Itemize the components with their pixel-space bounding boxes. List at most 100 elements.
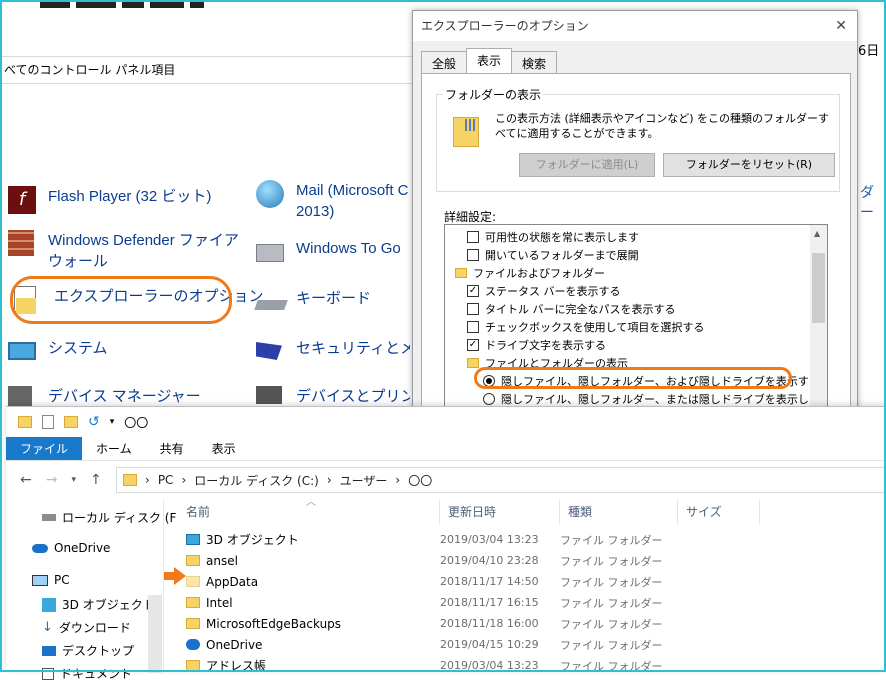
new-folder-icon[interactable] [64, 416, 78, 428]
setting-checkbox-row[interactable]: ✓ ステータス バーを表示する [467, 282, 621, 300]
breadcrumb-users[interactable]: ユーザー [340, 472, 388, 489]
checkbox-icon[interactable] [467, 321, 479, 333]
cp-item-windows-to-go[interactable]: Windows To Go [256, 238, 401, 268]
breadcrumb-separator-icon[interactable]: › [327, 473, 332, 487]
nav-item-pc[interactable]: PC [32, 573, 70, 587]
cp-right-link-text[interactable]: ダー [860, 182, 886, 222]
tab-share[interactable]: 共有 [146, 437, 198, 460]
nav-item-local-disk-f[interactable]: ローカル ディスク (F [42, 509, 176, 526]
cp-item-mail[interactable]: Mail (Microsoft C 2013) [256, 180, 412, 222]
nav-item-desktop[interactable]: デスクトップ [42, 642, 134, 659]
close-icon[interactable]: ✕ [835, 11, 847, 41]
folder-icon[interactable] [18, 416, 32, 428]
advanced-settings-list[interactable]: 可用性の状態を常に表示します 開いているフォルダーまで展開 ファイルおよびフォルダー… [444, 224, 828, 424]
setting-checkbox-row[interactable]: チェックボックスを使用して項目を選択する [467, 318, 704, 336]
cp-item-security-maintenance[interactable]: セキュリティとメンテ [256, 338, 410, 368]
recent-chevron-icon[interactable]: ▾ [71, 475, 76, 485]
tab-view[interactable]: 表示 [198, 437, 250, 460]
setting-label: ステータス バーを表示する [485, 285, 621, 298]
file-row[interactable]: MicrosoftEdgeBackups 2018/11/18 16:00 ファイル… [186, 613, 726, 634]
tab-search[interactable]: 検索 [511, 51, 558, 73]
settings-scroll-thumb[interactable] [812, 253, 825, 323]
breadcrumb-pc[interactable]: PC [158, 473, 174, 487]
nav-item-3d-objects[interactable]: 3D オブジェクト [42, 596, 155, 613]
checkbox-icon[interactable] [467, 303, 479, 315]
checkbox-icon[interactable]: ✓ [467, 339, 479, 351]
breadcrumb-local-disk[interactable]: ローカル ディスク (C:) [194, 472, 319, 489]
file-name: AppData [206, 574, 259, 589]
reset-folders-button[interactable]: フォルダーをリセット(R) [663, 153, 835, 177]
cp-item-label-2: 2013) [296, 203, 335, 220]
setting-label: タイトル バーに完全なパスを表示する [485, 303, 676, 316]
radio-icon[interactable] [483, 393, 495, 405]
settings-scrollbar[interactable]: ▲ [810, 225, 827, 423]
setting-label: 隠しファイル、隠しフォルダー、または隠しドライブを表示しない [501, 393, 828, 406]
cp-item-defender-firewall[interactable]: Windows Defender ファイア ウォール [8, 230, 239, 272]
monitor-icon [8, 338, 38, 368]
file-row[interactable]: AppData 2018/11/17 14:50 ファイル フォルダー [186, 571, 726, 592]
cp-item-keyboard[interactable]: キーボード [254, 288, 371, 318]
cp-item-flash-player[interactable]: f Flash Player (32 ビット) [8, 186, 211, 216]
nav-item-documents[interactable]: ドキュメント [42, 665, 132, 682]
cp-breadcrumb[interactable]: べてのコントロール パネル項目 [0, 56, 412, 84]
folder-view-group: フォルダーの表示 この表示方法 (詳細表示やアイコンなど) をこの種類のフォルダ… [436, 86, 840, 192]
file-row[interactable]: アドレス帳 2019/03/04 13:23 ファイル フォルダー [186, 655, 726, 676]
file-row[interactable]: 3D オブジェクト 2019/03/04 13:23 ファイル フォルダー [186, 529, 726, 550]
setting-checkbox-row[interactable]: ✓ ドライブ文字を表示する [467, 336, 606, 354]
nav-pane-scrollbar[interactable] [148, 595, 162, 673]
file-type: ファイル フォルダー [560, 575, 663, 589]
checkbox-icon[interactable] [467, 231, 479, 243]
address-bar[interactable]: › PC › ローカル ディスク (C:) › ユーザー › 〇〇 [116, 467, 886, 493]
onedrive-icon [32, 543, 48, 553]
file-name-cell: MicrosoftEdgeBackups [186, 617, 440, 631]
tab-file[interactable]: ファイル [6, 437, 83, 460]
file-row[interactable]: ansel 2019/04/10 23:28 ファイル フォルダー [186, 550, 726, 571]
setting-checkbox-row[interactable]: 開いているフォルダーまで展開 [467, 246, 639, 264]
highlight-show-hidden-option [474, 367, 792, 389]
folder-icon [186, 618, 200, 629]
cp-item-label: デバイスとプリンター [296, 388, 410, 405]
nav-item-label: OneDrive [54, 541, 111, 555]
nav-item-onedrive[interactable]: OneDrive [32, 541, 110, 555]
breadcrumb-separator-icon[interactable]: › [395, 473, 400, 487]
file-type: ファイル フォルダー [560, 638, 663, 652]
folder-options-dialog: エクスプローラーのオプション ✕ 全般 表示 検索 フォルダーの表示 この表示方… [412, 10, 858, 424]
column-header-type[interactable]: 種類 [560, 499, 678, 525]
breadcrumb-user-folder[interactable]: 〇〇 [408, 472, 432, 489]
file-row[interactable]: OneDrive 2019/04/15 10:29 ファイル フォルダー [186, 634, 726, 655]
undo-icon[interactable]: ↺ [88, 414, 100, 430]
column-header-name[interactable]: 名前 [178, 499, 440, 525]
file-name-cell: OneDrive [186, 638, 440, 652]
nav-item-downloads[interactable]: ↓ ダウンロード [42, 619, 131, 636]
firewall-icon [8, 230, 38, 260]
back-arrow-icon[interactable]: ← [20, 472, 32, 488]
drive-icon [42, 514, 56, 521]
nav-item-label: PC [54, 573, 70, 587]
file-type: ファイル フォルダー [560, 533, 663, 547]
checkbox-icon[interactable]: ✓ [467, 285, 479, 297]
setting-checkbox-row[interactable]: タイトル バーに完全なパスを表示する [467, 300, 676, 318]
desktop-icon [42, 645, 56, 656]
column-header-size[interactable]: サイズ [678, 499, 760, 525]
file-type: ファイル フォルダー [560, 617, 663, 631]
file-name: アドレス帳 [206, 659, 267, 673]
column-header-date[interactable]: 更新日時 [440, 499, 560, 525]
customize-toolbar-icon[interactable]: ▾ [110, 417, 115, 427]
setting-folder-row[interactable]: ファイルおよびフォルダー [455, 264, 605, 282]
forward-arrow-icon[interactable]: → [46, 472, 58, 488]
download-icon: ↓ [42, 620, 53, 635]
apply-to-folders-button[interactable]: フォルダーに適用(L) [519, 153, 655, 177]
up-arrow-icon[interactable]: ↑ [90, 472, 102, 488]
breadcrumb-separator-icon[interactable]: › [181, 473, 186, 487]
tab-view[interactable]: 表示 [466, 48, 513, 73]
breadcrumb-separator-icon[interactable]: › [145, 473, 150, 487]
tab-general[interactable]: 全般 [421, 51, 468, 73]
file-name: MicrosoftEdgeBackups [206, 616, 342, 631]
file-row[interactable]: Intel 2018/11/17 16:15 ファイル フォルダー [186, 592, 726, 613]
checkbox-icon[interactable] [467, 249, 479, 261]
dialog-tabs: 全般 表示 検索 [421, 48, 558, 73]
properties-icon[interactable] [42, 415, 54, 429]
tab-home[interactable]: ホーム [82, 437, 146, 460]
setting-checkbox-row[interactable]: 可用性の状態を常に表示します [467, 228, 639, 246]
cp-item-system[interactable]: システム [8, 338, 108, 368]
